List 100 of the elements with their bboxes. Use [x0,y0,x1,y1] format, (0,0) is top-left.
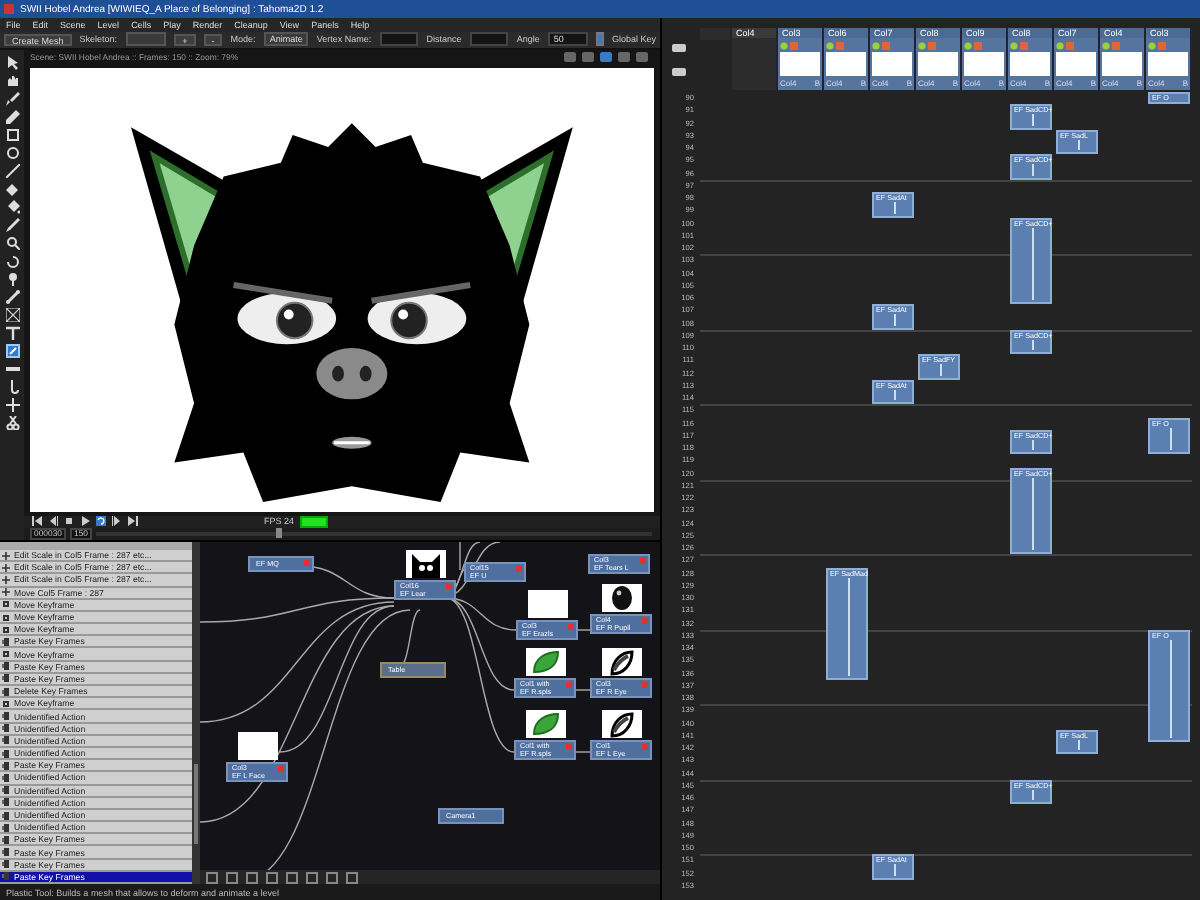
pointer-icon[interactable] [5,55,19,70]
first-frame-icon[interactable] [32,516,42,527]
circle-icon[interactable] [5,145,19,160]
dropper-icon[interactable] [5,217,19,232]
pin-icon[interactable] [5,271,19,286]
distance-field[interactable] [469,32,509,47]
document-icon [2,848,10,857]
render-toggle-icon[interactable] [568,623,574,630]
cross-icon [2,563,10,572]
last-frame-icon[interactable] [128,516,138,527]
slider-handle[interactable] [276,528,283,539]
next-frame-icon[interactable] [112,516,122,527]
camstand-toggle-icon[interactable] [1112,41,1120,49]
camstand-toggle-icon[interactable] [1020,41,1028,49]
preview-toggle-icon[interactable] [1056,41,1064,49]
loop-icon[interactable] [96,516,106,527]
render-toggle-icon[interactable] [446,583,452,590]
document-icon [2,662,10,671]
node-thumbnail [525,709,565,738]
camstand-toggle-icon[interactable] [882,41,890,49]
render-toggle-icon[interactable] [642,617,648,624]
render-toggle-icon[interactable] [566,743,572,750]
node-thumbnail [527,589,567,618]
document-icon [2,637,10,646]
hand-icon[interactable] [5,73,19,88]
camstand-toggle-icon[interactable] [974,41,982,49]
line-icon[interactable] [5,163,19,178]
render-toggle-icon[interactable] [640,557,646,564]
preview-toggle-icon[interactable] [918,41,926,49]
document-icon [2,736,10,745]
camstand-toggle-icon[interactable] [836,41,844,49]
text-tool-icon[interactable] [5,325,19,340]
document-icon [2,712,10,721]
node-thumbnail [601,709,641,738]
stop-icon[interactable] [64,516,74,527]
render-toggle-icon[interactable] [304,559,310,566]
document-icon [2,798,10,807]
render-toggle-icon[interactable] [516,565,522,572]
zoom-icon[interactable] [5,235,19,250]
rotate-icon[interactable] [5,253,19,268]
camera-view-icon[interactable] [600,51,612,62]
play-icon[interactable] [80,516,90,527]
render-toggle-icon[interactable] [642,681,648,688]
key-square-icon [2,600,10,609]
document-icon [2,835,10,844]
camstand-toggle-icon[interactable] [1066,41,1074,49]
square-icon[interactable] [5,127,19,142]
global-key-checkbox[interactable] [595,32,604,47]
render-toggle-icon[interactable] [278,765,284,772]
fps-field[interactable] [300,515,329,528]
camstand-toggle-icon[interactable] [928,41,936,49]
pencil-icon[interactable] [5,109,19,124]
bucket-icon[interactable] [5,199,19,214]
camstand-toggle-icon[interactable] [1158,41,1166,49]
key-square-icon [2,625,10,634]
preview-toggle-icon[interactable] [1148,41,1156,49]
node-thumbnail [601,647,641,676]
move-icon[interactable] [5,397,19,412]
vertex-name-field[interactable] [379,32,419,47]
scrollbar[interactable] [192,541,200,885]
document-icon [2,724,10,733]
node-thumbnail [525,647,565,676]
cross-icon [2,575,10,584]
column-thumbnail [1102,52,1142,76]
ruler-icon[interactable] [5,361,19,376]
document-icon [2,786,10,795]
hook-icon[interactable] [5,379,19,394]
cross-icon [2,551,10,560]
document-icon [2,687,10,696]
document-icon [2,823,10,832]
brush-icon[interactable] [5,91,19,106]
layer-icon[interactable] [672,68,686,76]
scissors-icon[interactable] [5,415,19,430]
column-thumbnail [826,52,866,76]
previous-frame-icon[interactable] [48,516,58,527]
key-square-icon [2,613,10,622]
key-square-icon [2,650,10,659]
render-toggle-icon[interactable] [642,743,648,750]
column-thumbnail [918,52,958,76]
mesh-icon[interactable] [5,307,19,322]
preview-toggle-icon[interactable] [964,41,972,49]
render-toggle-icon[interactable] [566,681,572,688]
preview-toggle-icon[interactable] [780,41,788,49]
node-thumbnail [405,549,445,578]
column-thumbnail [1010,52,1050,76]
preview-toggle-icon[interactable] [826,41,834,49]
document-icon [2,860,10,869]
preview-toggle-icon[interactable] [872,41,880,49]
diamond-icon[interactable] [5,181,19,196]
preview-toggle-icon[interactable] [1102,41,1110,49]
preview-toggle-icon[interactable] [1010,41,1018,49]
document-icon [2,773,10,782]
app-icon [4,4,14,14]
camera-column-icon[interactable] [672,44,686,52]
bone-icon[interactable] [5,289,19,304]
column-thumbnail [872,52,912,76]
plastic-tool-icon[interactable] [5,343,19,358]
document-icon [2,761,10,770]
document-icon [2,872,10,881]
camstand-toggle-icon[interactable] [790,41,798,49]
